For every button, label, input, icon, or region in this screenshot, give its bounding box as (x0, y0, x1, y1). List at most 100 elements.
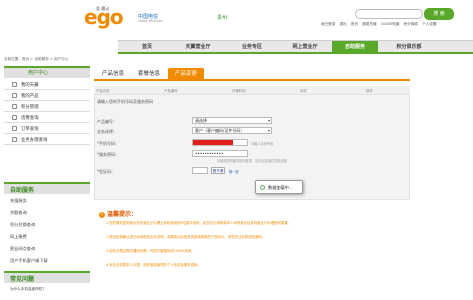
captcha-input[interactable] (192, 167, 208, 174)
tab-product-info[interactable]: 产品信息 (96, 68, 130, 80)
nav-online-hall[interactable]: 网上营业厅 (279, 41, 331, 53)
logo-sup: 爱·翼动 (96, 6, 110, 11)
column-header: 操作 (366, 89, 373, 93)
search-input[interactable] (355, 9, 423, 19)
tips-box: ! 温馨提示： 1.您的服务密码即为您在营业厅办理业务时使用的6位数字密码，如您忘… (94, 205, 410, 300)
sidebar-header: 用户中心 (4, 66, 90, 78)
sidebar-item-bill[interactable]: 话费查询 (4, 113, 90, 123)
form-label: *验证码： (97, 169, 115, 174)
column-header: 状态 (300, 89, 307, 93)
top-link[interactable]: 缴费充值 (362, 22, 376, 26)
tip-line: 2.提交前请确认您已阅读相关业务说明，变更成功后相关资费将按新的产品执行，请您关… (106, 235, 266, 239)
tab-package-info[interactable]: 套餐信息 (132, 68, 166, 80)
carrier-sub: CHINA TELECOM (138, 19, 163, 23)
user-icon (12, 82, 17, 87)
top-link[interactable]: 退出 (340, 22, 347, 26)
sidebar-item-label: 积分管理 (21, 105, 39, 110)
phone-input[interactable] (192, 139, 248, 146)
form-hint: 请输入您的手机号码及服务密码 (97, 99, 153, 104)
breadcrumb: 当前位置：首页 > 自助服务 > 用户中心 (4, 57, 69, 61)
top-link[interactable]: 个人设置 (422, 22, 436, 26)
top-links: 我已登录 退出 首页 缴费充值 10000知道 积分商城 个人设置 (321, 22, 461, 27)
right-blank-area (413, 66, 473, 300)
sidebar-item-label: 我的天翼 (21, 83, 39, 88)
tip-line: 4.本业务仅限本人办理，请妥善保管您的个人信息及服务密码。 (106, 263, 201, 267)
sub-item[interactable]: 充值服务 (10, 198, 27, 204)
column-header: 产品编号 (164, 89, 178, 93)
form-label: 业务选择： (97, 129, 117, 134)
sidebar-item-business-query[interactable]: 业务办理查询 (4, 135, 90, 145)
tip-line: 1.您的服务密码即为您在营业厅办理业务时使用的6位数字密码，如您忘记请携带本人有… (106, 221, 292, 225)
nav-home[interactable]: 首页 (124, 41, 170, 53)
main-nav: 首页 天翼营业厅 业务专区 网上营业厅 自助服务 积分俱乐部 (118, 40, 473, 54)
order-icon (12, 126, 17, 131)
sidebar-item-orders[interactable]: 订单查询 (4, 124, 90, 134)
tips-title-row: ! 温馨提示： (99, 209, 137, 218)
password-note: 请使用您的服务密码登录，如忘记请通过短信找回 (217, 159, 288, 163)
password-input[interactable]: •••••••••••• (192, 150, 248, 157)
tip-line: 3.如在办理过程中遇到问题，可拨打客服热线10000咨询。 (106, 249, 195, 253)
form-label: *手机号码： (97, 141, 119, 146)
tab-bar: 产品信息 套餐信息 产品变更 (94, 66, 410, 81)
phone-note: 请输入手机号码 (251, 142, 274, 146)
chevron-down-icon: ▾ (267, 128, 270, 133)
points-icon (12, 104, 17, 109)
chevron-down-icon: ▾ (267, 118, 270, 123)
form-row-captcha: *验证码： (95, 167, 411, 177)
main-content: 产品信息 套餐信息 产品变更 产品名称 产品编号 开通时间 状态 操作 请输入您… (94, 66, 410, 300)
sub-item[interactable]: 积分兑换查询 (10, 222, 35, 228)
loading-icon (260, 185, 265, 190)
sub-item[interactable]: 营业网点查询 (10, 246, 35, 252)
search-button[interactable]: 搜 索 (424, 8, 454, 20)
form-hint-row: 请输入您的手机号码及服务密码 (95, 97, 411, 107)
sidebar-item-points[interactable]: 积分管理 (4, 102, 90, 112)
form-label: *服务密码： (97, 152, 119, 157)
sidebar-item-label: 我的产品 (21, 94, 39, 99)
sidebar: 用户中心 我的天翼 我的产品 积分管理 话费查询 订单查询 业务办理查询 自助服… (4, 66, 90, 300)
sidebar-item-label: 话费查询 (21, 116, 39, 121)
faq-item[interactable]: 为什么手机会被停机？ (10, 287, 46, 292)
change-form: 请输入您的手机号码及服务密码 产品编号： 请选择 ▾ 业务选择： 客户（客户编码… (94, 94, 410, 200)
sub-item[interactable]: 网上缴费 (10, 234, 27, 240)
form-label: 产品编号： (97, 119, 117, 124)
captcha-refresh-link[interactable]: 换一张 (229, 169, 239, 174)
column-header: 开通时间 (232, 89, 246, 93)
self-service-title: 自助服务 (10, 187, 35, 194)
warning-icon: ! (99, 211, 105, 218)
table-header: 产品名称 产品编号 开通时间 状态 操作 (94, 86, 410, 94)
sub-item[interactable]: 用户手机客户端下载 (10, 258, 48, 264)
captcha-text: 看不清 (212, 169, 224, 173)
top-link[interactable]: 首页 (351, 22, 358, 26)
sidebar-item-my-products[interactable]: 我的产品 (4, 91, 90, 101)
faq-title: 常见问题 (10, 276, 35, 283)
nav-business[interactable]: 业务专区 (226, 41, 278, 53)
sub-item[interactable]: 余额查询 (10, 210, 27, 216)
top-header: ego 爱·翼动 中国电信 CHINA TELECOM 贵州 搜 索 我已登录 … (0, 0, 473, 40)
self-service-header: 自助服务 (4, 182, 90, 194)
sidebar-item-label: 业务办理查询 (21, 138, 48, 143)
nav-self-service[interactable]: 自助服务 (332, 41, 378, 53)
sidebar-item-my-tianyi[interactable]: 我的天翼 (4, 80, 90, 90)
product-select-value: 请选择 (195, 118, 207, 123)
captcha-image[interactable]: 看不清 (211, 167, 225, 174)
business-select-value: 客户（客户编码/证件号码） (195, 128, 245, 133)
column-header: 产品名称 (96, 89, 110, 93)
loading-text: 数据加载中... (268, 185, 293, 190)
tips-title: 温馨提示： (107, 211, 138, 218)
ego-logo[interactable]: ego 爱·翼动 中国电信 CHINA TELECOM (84, 6, 164, 28)
faq-header: 常见问题 (4, 271, 90, 283)
business-select[interactable]: 客户（客户编码/证件号码） ▾ (192, 127, 272, 134)
top-link[interactable]: 10000知道 (381, 22, 400, 26)
city-selector[interactable]: 贵州 (217, 14, 227, 21)
bill-icon (12, 115, 17, 120)
sidebar-item-label: 订单查询 (21, 127, 39, 132)
redacted-mark (193, 140, 233, 145)
tab-product-change[interactable]: 产品变更 (168, 68, 204, 80)
product-select[interactable]: 请选择 ▾ (192, 117, 272, 124)
top-link[interactable]: 我已登录 (321, 22, 335, 26)
sidebar-title: 用户中心 (28, 70, 49, 76)
loading-dialog: 数据加载中... (255, 180, 303, 194)
nav-points-club[interactable]: 积分俱乐部 (380, 41, 438, 53)
nav-tianyi-hall[interactable]: 天翼营业厅 (171, 41, 225, 53)
top-link[interactable]: 积分商城 (404, 22, 418, 26)
